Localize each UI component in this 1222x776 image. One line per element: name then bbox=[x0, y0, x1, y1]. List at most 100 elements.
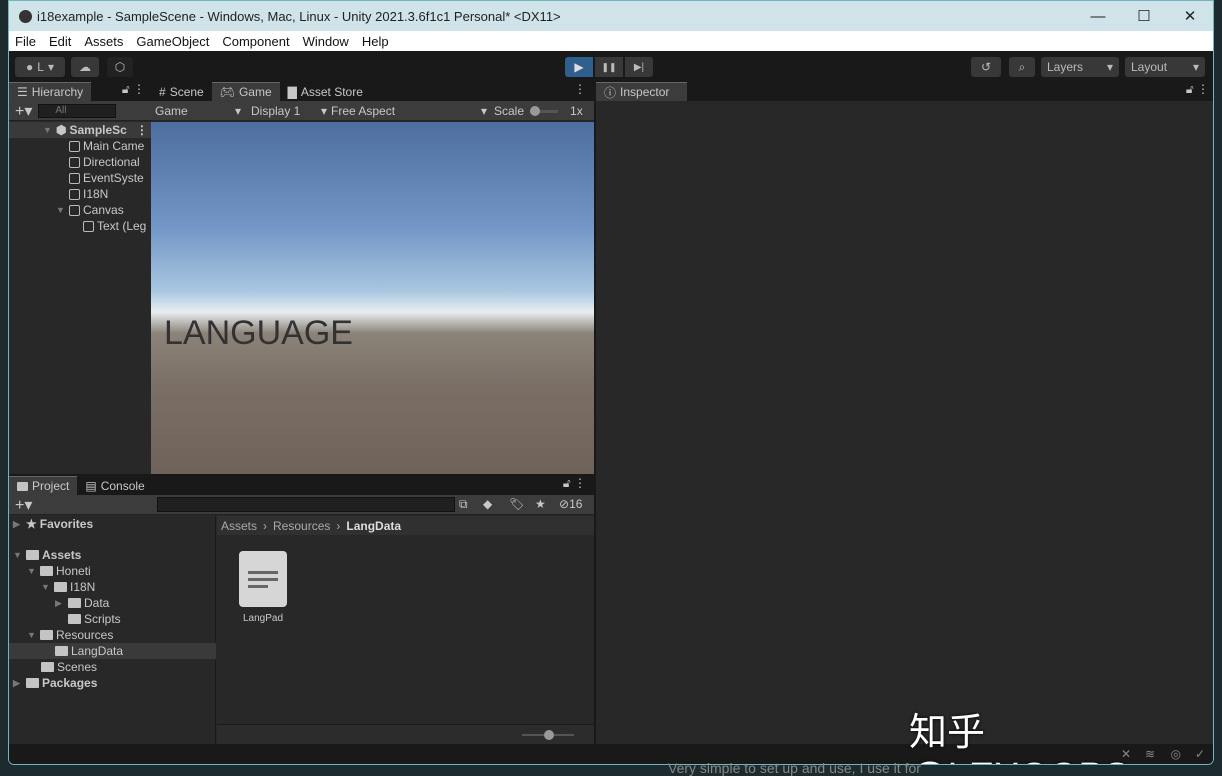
lock-icon[interactable]: 🔓︎ ⋮ bbox=[563, 476, 594, 495]
tree-label: Scenes bbox=[57, 660, 98, 674]
scale-label: Scale bbox=[494, 104, 525, 118]
tree-label: I18N bbox=[70, 580, 96, 594]
tree-item-resources[interactable]: ▼ Resources bbox=[27, 627, 113, 643]
account-dropdown[interactable]: ● L ▾ bbox=[15, 57, 65, 77]
tree-item-honeti[interactable]: ▼ Honeti bbox=[27, 563, 91, 579]
lock-icon[interactable]: 🔓︎ ⋮ bbox=[1186, 82, 1213, 101]
layout-label: Layout bbox=[1131, 60, 1168, 74]
tab-label: Scene bbox=[169, 84, 204, 99]
pause-button[interactable]: ❚❚ bbox=[595, 57, 623, 77]
game-viewport[interactable]: LANGUAGE bbox=[151, 122, 594, 474]
breadcrumb-assets[interactable]: Assets bbox=[221, 519, 257, 533]
gameobject-icon bbox=[69, 140, 80, 152]
scene-icon: ⬢ bbox=[56, 123, 67, 137]
favorite-star-icon[interactable]: ★ bbox=[535, 497, 546, 511]
tree-item-langdata[interactable]: LangData bbox=[55, 643, 123, 659]
tab-label: Project bbox=[32, 479, 70, 493]
search-icon[interactable]: ⌕ bbox=[1009, 57, 1035, 77]
close-button[interactable]: ✕ bbox=[1167, 1, 1213, 31]
layers-dropdown[interactable]: Layers ▾ bbox=[1041, 57, 1119, 77]
tree-item-scenes[interactable]: Scenes bbox=[41, 659, 97, 675]
item-label: Main Came bbox=[83, 139, 145, 153]
lock-icon[interactable]: 🔓︎ ⋮ bbox=[122, 82, 151, 101]
breadcrumb-resources[interactable]: Resources bbox=[273, 519, 330, 533]
menu-file[interactable]: File bbox=[15, 34, 36, 49]
search-by-type-icon[interactable]: ⧉ bbox=[459, 497, 468, 512]
list-item[interactable]: Main Came bbox=[69, 138, 144, 154]
text-file-icon bbox=[239, 551, 287, 607]
minimize-button[interactable]: — bbox=[1075, 1, 1121, 31]
list-item[interactable]: Directional bbox=[69, 154, 140, 170]
menu-assets[interactable]: Assets bbox=[84, 34, 123, 49]
tree-item-scripts[interactable]: Scripts bbox=[68, 611, 121, 627]
scene-row[interactable]: ▼ ⬢ SampleSc ⋮ bbox=[43, 122, 148, 138]
menu-help[interactable]: Help bbox=[362, 34, 389, 49]
breadcrumb: Assets › Resources › LangData bbox=[217, 516, 594, 535]
menu-edit[interactable]: Edit bbox=[49, 34, 71, 49]
menu-gameobject[interactable]: GameObject bbox=[136, 34, 209, 49]
aspect-dropdown[interactable]: Free Aspect ▾ bbox=[331, 103, 487, 119]
tab-game[interactable]: 🎮︎ Game bbox=[211, 82, 280, 101]
tab-scene[interactable]: # Scene bbox=[151, 82, 212, 101]
tab-inspector[interactable]: ⓘ Inspector bbox=[596, 82, 688, 101]
create-button[interactable]: +▾ bbox=[15, 101, 32, 121]
list-item[interactable]: EventSyste bbox=[69, 170, 144, 186]
maximize-button[interactable]: ☐ bbox=[1121, 1, 1167, 31]
tab-project[interactable]: Project bbox=[9, 476, 78, 495]
folder-open-icon bbox=[40, 630, 53, 640]
scale-slider[interactable]: Scale 1x bbox=[494, 103, 583, 119]
menu-component[interactable]: Component bbox=[222, 34, 289, 49]
folder-icon bbox=[68, 598, 81, 608]
file-langpad[interactable]: LangPad bbox=[231, 551, 295, 624]
create-button[interactable]: +▾ bbox=[15, 495, 32, 515]
tree-label: Resources bbox=[56, 628, 114, 642]
tab-asset-store[interactable]: ▇ Asset Store bbox=[280, 82, 371, 101]
hierarchy-tab-label: Hierarchy bbox=[31, 85, 84, 99]
hierarchy-panel: ☰ Hierarchy 🔓︎ ⋮ +▾ ▼⬢SampleSc⋮ Main Came… bbox=[9, 82, 151, 474]
aspect-label: Free Aspect bbox=[331, 104, 396, 118]
list-item[interactable]: Text (Leg bbox=[83, 218, 146, 234]
display-dropdown[interactable]: Display 1 ▾ bbox=[251, 103, 327, 119]
tree-item-assets[interactable]: ▼ Assets bbox=[13, 547, 81, 563]
tree-item-data[interactable]: ▶ Data bbox=[55, 595, 109, 611]
tab-hierarchy[interactable]: ☰ Hierarchy bbox=[9, 82, 92, 101]
step-button[interactable]: ▶| bbox=[625, 57, 653, 77]
tree-label: Scripts bbox=[84, 612, 121, 626]
slider-handle[interactable] bbox=[544, 730, 554, 740]
history-icon[interactable]: ↺ bbox=[971, 57, 1001, 77]
collab-icon[interactable]: ⬡ bbox=[107, 57, 133, 77]
hidden-packages-toggle[interactable]: ⊘16 bbox=[559, 497, 582, 511]
filter-type-icon[interactable]: ◆ bbox=[483, 497, 492, 511]
scene-label: SampleSc bbox=[69, 123, 127, 137]
menu-bar: File Edit Assets GameObject Component Wi… bbox=[9, 31, 1213, 51]
gameobject-icon bbox=[69, 204, 80, 216]
item-label: Canvas bbox=[83, 203, 124, 217]
folder-icon bbox=[17, 481, 28, 491]
project-tree: ▶ ★ Favorites ▼ Assets ▼ Honeti ▼ I18N ▶ Data … bbox=[9, 516, 216, 744]
title-bar: i18example - SampleScene - Windows, Mac,… bbox=[9, 1, 1213, 31]
project-search-input[interactable] bbox=[157, 497, 455, 512]
folder-icon bbox=[55, 646, 68, 656]
tree-item-packages[interactable]: ▶ Packages bbox=[13, 675, 97, 691]
play-button[interactable]: ▶ bbox=[565, 57, 593, 77]
hierarchy-search-input[interactable] bbox=[38, 103, 117, 118]
breadcrumb-langdata[interactable]: LangData bbox=[346, 519, 401, 533]
favorites-item[interactable]: ▶ ★ Favorites bbox=[13, 516, 93, 532]
game-mode-dropdown[interactable]: Game ▾ bbox=[155, 103, 241, 119]
menu-window[interactable]: Window bbox=[303, 34, 349, 49]
label-icon[interactable]: 🏷︎ bbox=[509, 497, 524, 511]
file-label: LangPad bbox=[242, 613, 284, 624]
layout-dropdown[interactable]: Layout ▾ bbox=[1125, 57, 1205, 77]
star-icon: ★ bbox=[26, 517, 37, 531]
list-item[interactable]: ▼ Canvas bbox=[56, 202, 124, 218]
cloud-button[interactable]: ☁ bbox=[71, 57, 99, 77]
icon-size-bar bbox=[217, 724, 594, 744]
list-item[interactable]: I18N bbox=[69, 186, 108, 202]
tree-item-i18n[interactable]: ▼ I18N bbox=[41, 579, 95, 595]
tab-console[interactable]: ▤ Console bbox=[77, 476, 152, 495]
tree-label: Packages bbox=[42, 676, 98, 690]
more-icon[interactable]: ⋮ bbox=[574, 82, 594, 101]
item-label: EventSyste bbox=[83, 171, 144, 185]
tree-label: Assets bbox=[42, 548, 82, 562]
project-panel: Project ▤ Console 🔓︎ ⋮ +▾ ⧉ ◆ 🏷︎ ★ ⊘16 ▶ ★… bbox=[9, 476, 594, 744]
